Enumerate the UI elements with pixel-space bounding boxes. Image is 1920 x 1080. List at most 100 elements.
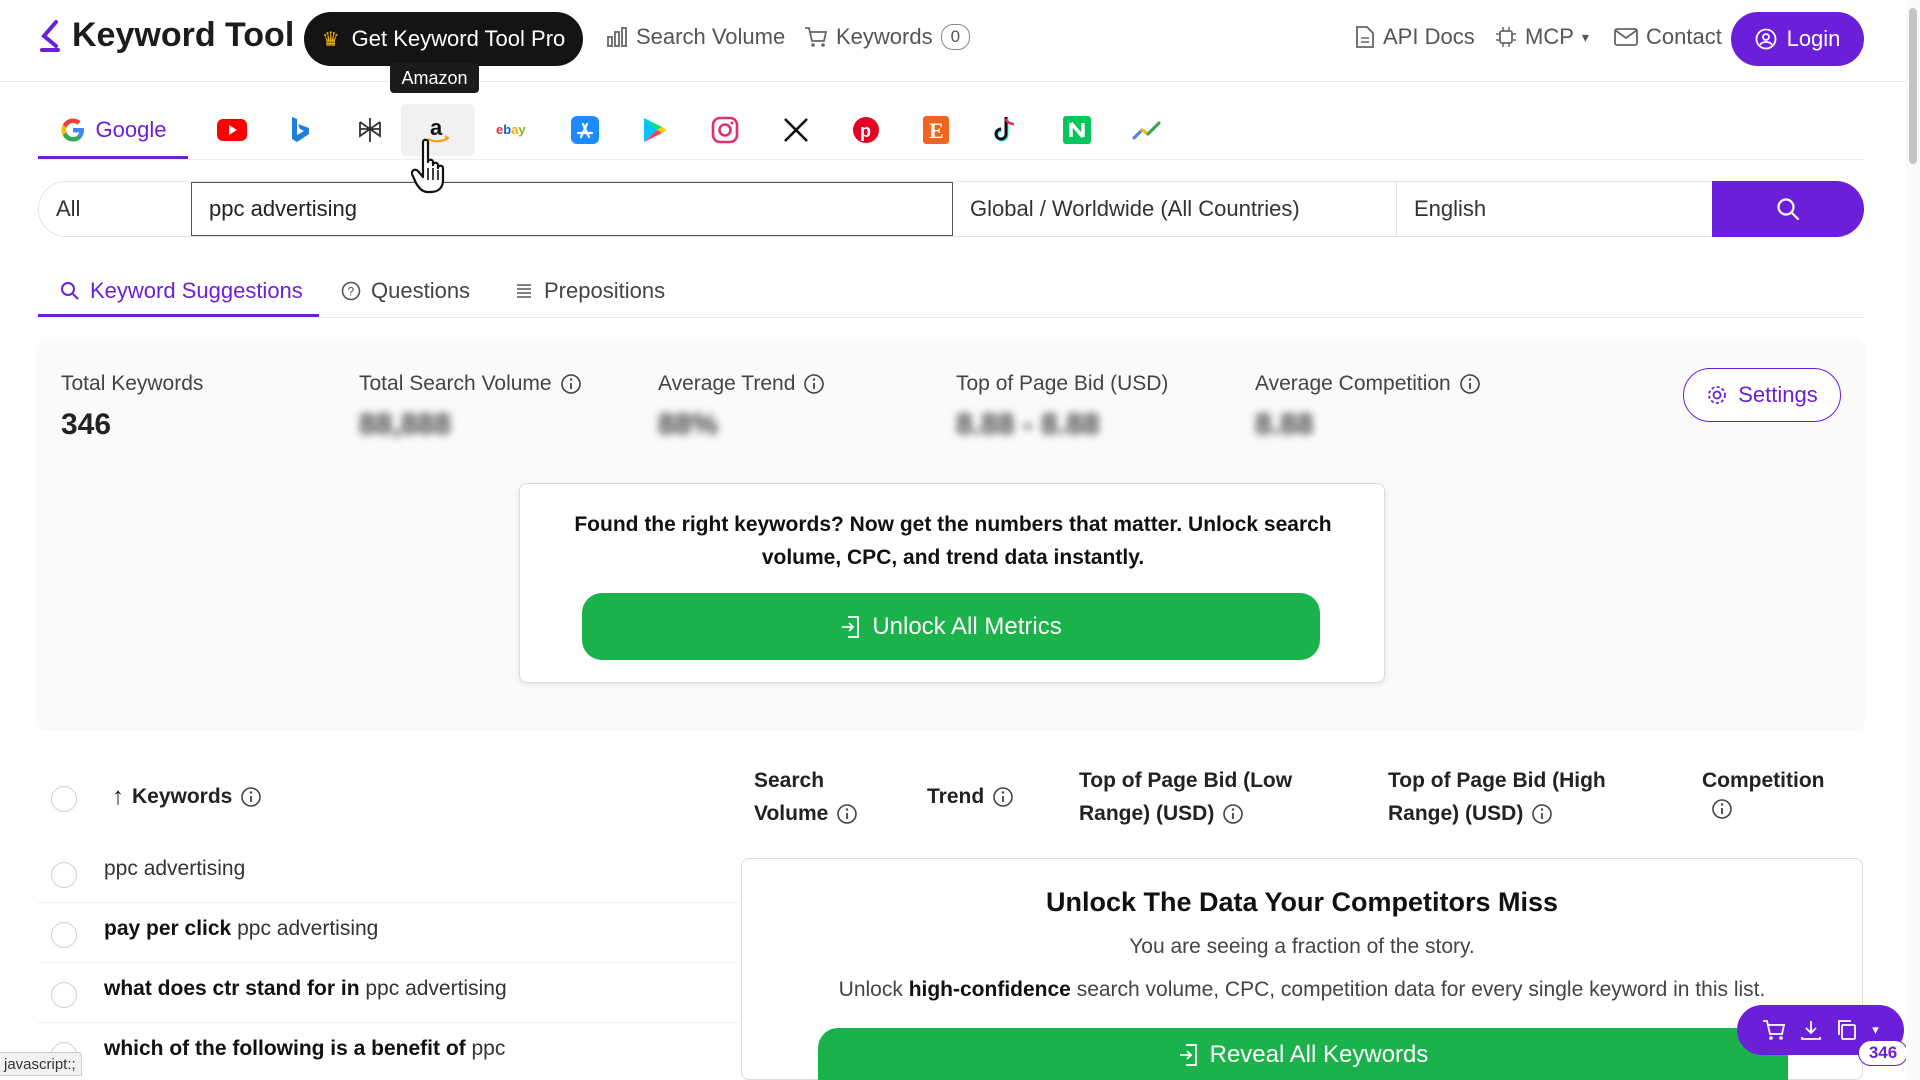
row-checkbox[interactable] [51,922,77,948]
top-header: Keyword Tool ♛ Get Keyword Tool Pro Sear… [0,0,1920,82]
nav-keywords[interactable]: Keywords 0 [804,24,971,50]
column-header-keywords[interactable]: ↑ Keywords [112,780,262,813]
platform-tabs: Google a ebay p E [38,104,1864,160]
info-icon[interactable] [836,803,858,825]
table-row[interactable]: which of the following is a benefit of p… [38,1023,738,1080]
download-icon[interactable] [1800,1019,1822,1041]
platform-tab-tiktok[interactable] [979,104,1033,156]
question-circle-icon: ? [341,281,361,301]
settings-button[interactable]: Settings [1683,368,1841,422]
platform-tab-etsy[interactable]: E [909,104,963,156]
keyword-text: pay per click ppc advertising [104,917,378,941]
tab-keyword-suggestions[interactable]: Keyword Suggestions [60,278,303,304]
trends-icon [1132,121,1161,140]
logo-text: Keyword Tool [72,16,295,54]
copy-icon[interactable] [1836,1019,1858,1041]
info-icon[interactable] [803,373,825,395]
language-select[interactable]: English [1397,182,1715,236]
column-header-trend[interactable]: Trend [927,780,1014,813]
table-row[interactable]: what does ctr stand for in ppc advertisi… [38,963,738,1023]
result-tabs: Keyword Suggestions ? Questions Preposit… [38,270,1864,318]
google-icon [61,118,84,142]
tab-prepositions[interactable]: Prepositions [514,278,665,304]
chip-icon [1496,27,1516,47]
stats-card: Total Keywords 346 Total Search Volume 8… [38,340,1864,728]
info-icon[interactable] [240,786,262,808]
platform-tab-google[interactable]: Google [38,104,188,159]
platform-tab-x[interactable] [769,104,823,156]
platform-tab-play-store[interactable] [628,104,682,156]
cart-icon[interactable] [1762,1019,1786,1041]
get-pro-label: Get Keyword Tool Pro [351,26,566,51]
reveal-all-keywords-button[interactable]: Reveal All Keywords [818,1028,1788,1080]
search-icon [1777,198,1800,221]
column-header-search-volume[interactable]: Search Volume [754,764,858,830]
tab-questions-label: Questions [371,278,471,303]
info-icon[interactable] [560,373,582,395]
info-icon[interactable] [1711,798,1733,820]
login-button[interactable]: Login [1731,12,1864,66]
selected-count-badge: 346 [1858,1040,1908,1066]
nav-search-volume[interactable]: Search Volume [606,24,785,50]
svg-text:a: a [430,115,443,140]
platform-tab-instagram[interactable] [698,104,752,156]
user-circle-icon [1755,28,1776,50]
stat-top-bid-label: Top of Page Bid (USD) [956,372,1169,395]
column-header-trend-label: Trend [927,785,985,808]
column-header-bid-high-line2: Range) (USD) [1388,802,1524,825]
stat-total-search-volume-value: 88,888 [359,408,451,441]
settings-label: Settings [1738,382,1818,407]
list-icon [517,284,531,298]
bar-chart-icon [607,27,627,47]
page-scrollbar[interactable] [1906,0,1920,1080]
pinterest-icon: p [853,117,879,143]
login-label: Login [1786,26,1841,51]
tab-questions[interactable]: ? Questions [341,278,470,304]
x-icon [784,118,808,142]
column-header-competition[interactable]: Competition [1702,764,1824,830]
info-icon[interactable] [1222,803,1244,825]
stat-total-keywords-label: Total Keywords [61,372,204,395]
perplexity-icon [359,118,381,142]
nav-api-docs[interactable]: API Docs [1355,24,1475,50]
nav-contact[interactable]: Contact [1614,24,1722,50]
platform-tab-trends[interactable] [1120,104,1174,156]
scrollbar-thumb[interactable] [1909,8,1917,164]
stat-average-trend: Average Trend 88% [658,372,825,442]
unlock-all-metrics-button[interactable]: Unlock All Metrics [582,593,1320,660]
platform-tab-pinterest[interactable]: p [839,104,893,156]
column-header-bid-high[interactable]: Top of Page Bid (High Range) (USD) [1388,764,1606,830]
logo[interactable]: Keyword Tool [38,16,294,55]
tiktok-icon [994,117,1015,142]
platform-tab-naver[interactable] [1050,104,1104,156]
platform-tab-ebay[interactable]: ebay [486,104,540,156]
platform-tab-bing[interactable] [274,104,326,156]
select-all-checkbox[interactable] [51,786,77,812]
browser-status-bar: javascript:; [0,1052,82,1076]
column-header-bid-low[interactable]: Top of Page Bid (Low Range) (USD) [1079,764,1292,830]
platform-tab-youtube[interactable] [206,104,258,156]
get-pro-button[interactable]: ♛ Get Keyword Tool Pro [304,12,583,66]
tab-prepositions-label: Prepositions [544,278,666,303]
row-checkbox[interactable] [51,982,77,1008]
platform-tab-perplexity[interactable] [344,104,396,156]
search-input[interactable]: ppc advertising [191,182,953,236]
reveal-desc-post: search volume, CPC, competition data for… [1070,978,1766,1001]
info-icon[interactable] [992,786,1014,808]
table-row[interactable]: ppc advertising [38,843,738,903]
stat-average-competition-label: Average Competition [1255,372,1451,395]
chevron-down-icon[interactable]: ▾ [1872,1022,1879,1038]
naver-icon [1063,116,1091,144]
search-button[interactable] [1712,181,1864,237]
nav-mcp[interactable]: MCP ▾ [1495,24,1589,50]
row-checkbox[interactable] [51,862,77,888]
sort-arrow-up-icon: ↑ [112,783,124,810]
table-row[interactable]: pay per click ppc advertising [38,903,738,963]
platform-tab-app-store[interactable] [558,104,612,156]
info-icon[interactable] [1531,803,1553,825]
search-type-select[interactable]: All [39,182,191,236]
document-icon [1356,26,1374,48]
location-select[interactable]: Global / Worldwide (All Countries) [953,182,1397,236]
stat-average-competition: Average Competition 8.88 [1255,372,1481,442]
info-icon[interactable] [1459,373,1481,395]
